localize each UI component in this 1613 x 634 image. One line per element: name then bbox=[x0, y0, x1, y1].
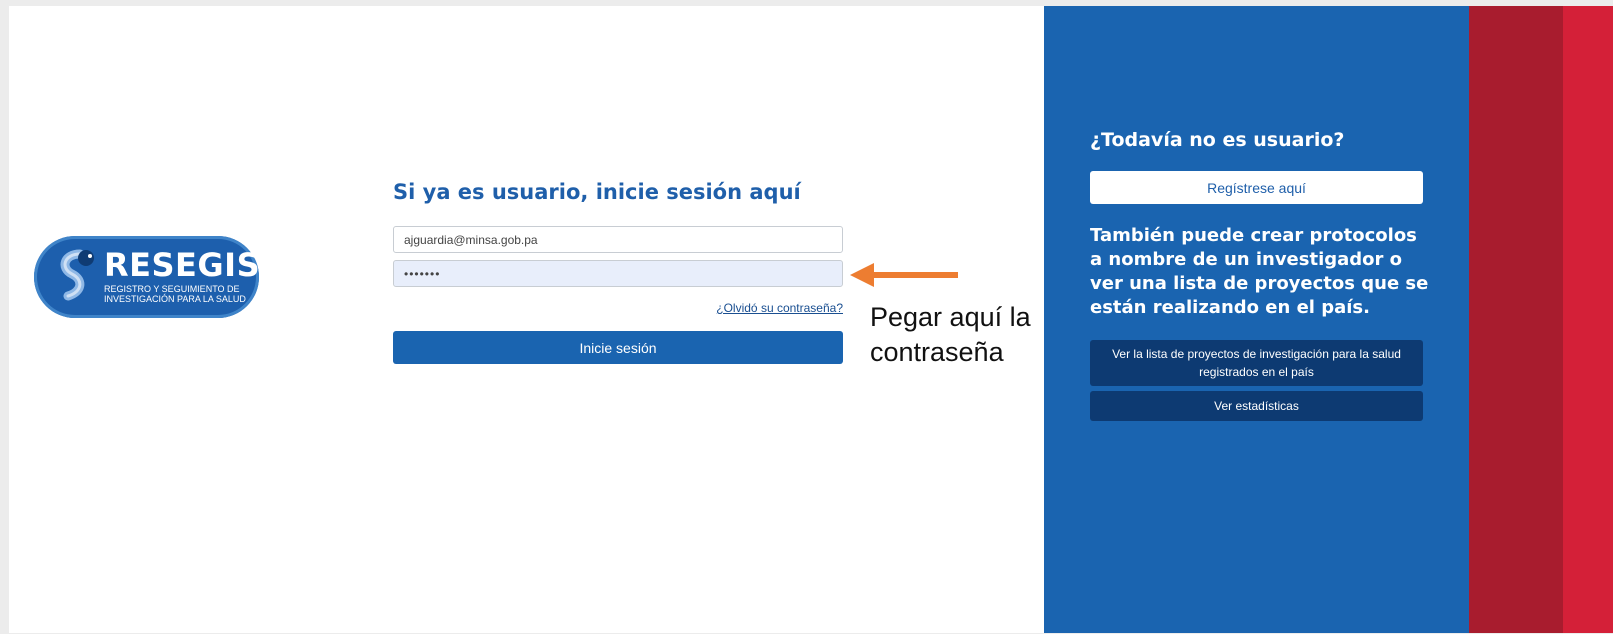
red-stripe bbox=[1563, 6, 1613, 633]
arrow-left-icon bbox=[850, 263, 958, 287]
paste-password-annotation: Pegar aquí la contraseña bbox=[870, 302, 1031, 367]
logo-subtitle-line2: INVESTIGACIÓN PARA LA SALUD bbox=[104, 294, 246, 304]
caduceus-logo-icon bbox=[60, 249, 94, 301]
statistics-button[interactable]: Ver estadísticas bbox=[1090, 391, 1423, 421]
logo-subtitle: REGISTRO Y SEGUIMIENTO DE INVESTIGACIÓN … bbox=[104, 284, 246, 304]
logo-subtitle-line1: REGISTRO Y SEGUIMIENTO DE bbox=[104, 284, 240, 294]
projects-list-button[interactable]: Ver la lista de proyectos de investigaci… bbox=[1090, 340, 1423, 386]
forgot-password-link[interactable]: ¿Olvidó su contraseña? bbox=[700, 301, 843, 315]
password-field[interactable] bbox=[393, 260, 843, 287]
register-button[interactable]: Regístrese aquí bbox=[1090, 171, 1423, 204]
email-field[interactable] bbox=[393, 226, 843, 253]
login-button[interactable]: Inicie sesión bbox=[393, 331, 843, 364]
login-heading: Si ya es usuario, inicie sesión aquí bbox=[393, 180, 801, 204]
logo-title: RESEGIS bbox=[104, 246, 261, 284]
resegis-logo: RESEGIS REGISTRO Y SEGUIMIENTO DE INVEST… bbox=[34, 236, 261, 318]
maroon-stripe bbox=[1469, 6, 1563, 633]
signup-heading: ¿Todavía no es usuario? bbox=[1090, 129, 1345, 151]
alternative-options-text: También puede crear protocolos a nombre … bbox=[1090, 225, 1429, 318]
